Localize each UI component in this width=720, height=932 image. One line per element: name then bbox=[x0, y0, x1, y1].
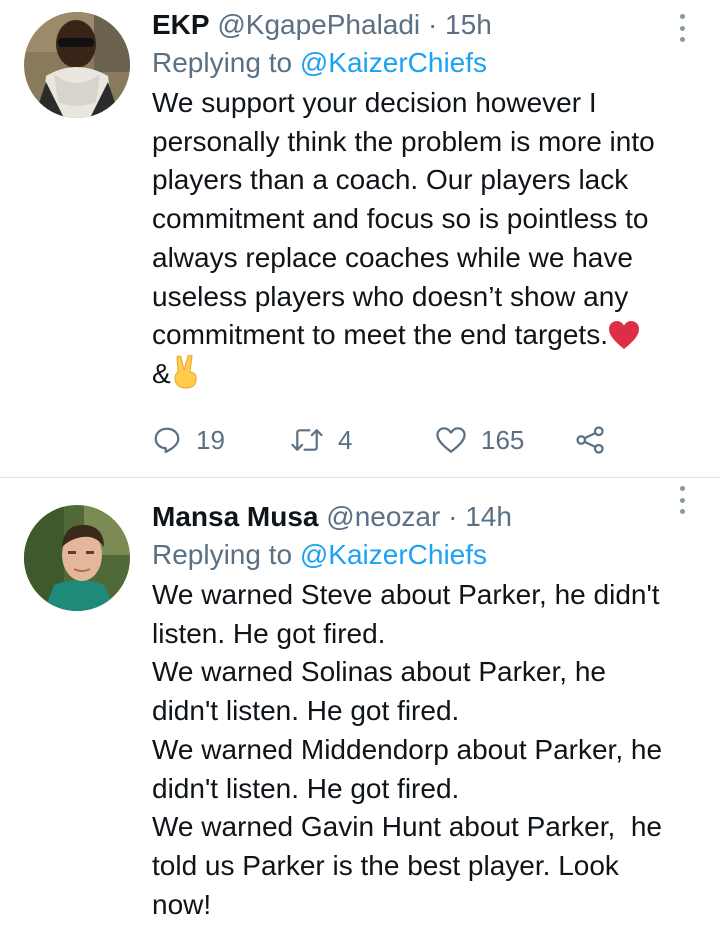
share-icon bbox=[576, 426, 604, 454]
tweet-text-line-with-emoji: commitment to meet the end targets. bbox=[152, 316, 692, 355]
tweet-text-line: didn't listen. He got fired. bbox=[152, 772, 460, 804]
author-handle[interactable]: @KgapePhaladi bbox=[217, 9, 420, 40]
tweet-text-line: & bbox=[152, 357, 171, 389]
separator: · bbox=[427, 9, 438, 40]
tweet-text-line: personally think the problem is more int… bbox=[152, 125, 655, 157]
share-button[interactable] bbox=[575, 425, 605, 455]
more-options-icon[interactable] bbox=[678, 14, 686, 42]
reply-count: 19 bbox=[196, 424, 225, 455]
tweet-text-line: We support your decision however I bbox=[152, 87, 597, 118]
timestamp[interactable]: 15h bbox=[445, 9, 492, 40]
replying-prefix: Replying to bbox=[152, 539, 300, 570]
separator: · bbox=[448, 501, 458, 532]
avatar-mansa-musa[interactable] bbox=[24, 505, 130, 611]
reply-icon bbox=[154, 427, 180, 453]
tweet-text-line: players than a coach. Our players lack bbox=[152, 164, 629, 196]
tweet-header: Mansa Musa @neozar · 14h bbox=[152, 498, 692, 536]
reply-button[interactable]: 19 bbox=[152, 425, 290, 456]
heart-outline-icon bbox=[436, 427, 466, 453]
replying-to: Replying to @KaizerChiefs bbox=[152, 536, 692, 574]
replying-to: Replying to @KaizerChiefs bbox=[152, 44, 692, 82]
tweet-mansa-musa[interactable]: Mansa Musa @neozar · 14h Replying to @Ka… bbox=[0, 478, 720, 932]
tweet-text-line: didn't listen. He got fired. bbox=[152, 695, 460, 727]
tweet-header: EKP @KgapePhaladi · 15h bbox=[152, 6, 692, 44]
tweet-content: Mansa Musa @neozar · 14h Replying to @Ka… bbox=[152, 498, 692, 924]
timestamp[interactable]: 14h bbox=[465, 501, 512, 532]
retweet-icon bbox=[291, 429, 323, 451]
like-count: 165 bbox=[481, 424, 525, 455]
tweet-text: We warned Steve about Parker, he didn't … bbox=[152, 576, 692, 924]
mention-link[interactable]: @KaizerChiefs bbox=[300, 47, 487, 78]
tweet-text-line: We warned Steve about Parker, he didn't bbox=[152, 579, 660, 610]
more-options-icon[interactable] bbox=[678, 486, 686, 514]
retweet-button[interactable]: 4 bbox=[290, 425, 435, 456]
tweet-text-line: We warned Middendorp about Parker, he bbox=[152, 733, 663, 765]
tweet-text-line: told us Parker is the best player. Look bbox=[152, 849, 619, 881]
replying-prefix: Replying to bbox=[152, 47, 300, 78]
tweet-text-line-with-emoji: & bbox=[152, 354, 692, 394]
avatar-ekp[interactable] bbox=[24, 12, 130, 118]
tweet-text-line: We warned Solinas about Parker, he bbox=[152, 656, 606, 688]
tweet-actions: 19 4 165 bbox=[152, 420, 605, 460]
red-heart-icon bbox=[608, 321, 639, 350]
tweet-text-line: always replace coaches while we have bbox=[152, 241, 633, 273]
tweet-text-line: listen. He got fired. bbox=[152, 617, 386, 649]
retweet-count: 4 bbox=[338, 424, 353, 455]
tweet-text-line: now! bbox=[152, 888, 212, 920]
profile-photo-icon bbox=[24, 505, 130, 611]
tweet-text: We support your decision however I perso… bbox=[152, 84, 692, 394]
tweet-text-line: commitment and focus so is pointless to bbox=[152, 203, 649, 235]
tweet-text-line: commitment to meet the end targets. bbox=[152, 319, 608, 351]
like-button[interactable]: 165 bbox=[435, 425, 575, 456]
tweet-text-line: We warned Gavin Hunt about Parker, he bbox=[152, 811, 662, 843]
tweet-content: EKP @KgapePhaladi · 15h Replying to @Kai… bbox=[152, 6, 692, 394]
author-name[interactable]: Mansa Musa bbox=[152, 501, 319, 532]
author-name[interactable]: EKP bbox=[152, 9, 210, 40]
author-handle[interactable]: @neozar bbox=[326, 501, 440, 532]
victory-hand-icon bbox=[174, 354, 197, 389]
tweet-ekp[interactable]: EKP @KgapePhaladi · 15h Replying to @Kai… bbox=[0, 0, 720, 478]
profile-photo-icon bbox=[24, 12, 130, 118]
mention-link[interactable]: @KaizerChiefs bbox=[300, 539, 487, 570]
tweet-text-line: useless players who doesn’t show any bbox=[152, 280, 629, 312]
